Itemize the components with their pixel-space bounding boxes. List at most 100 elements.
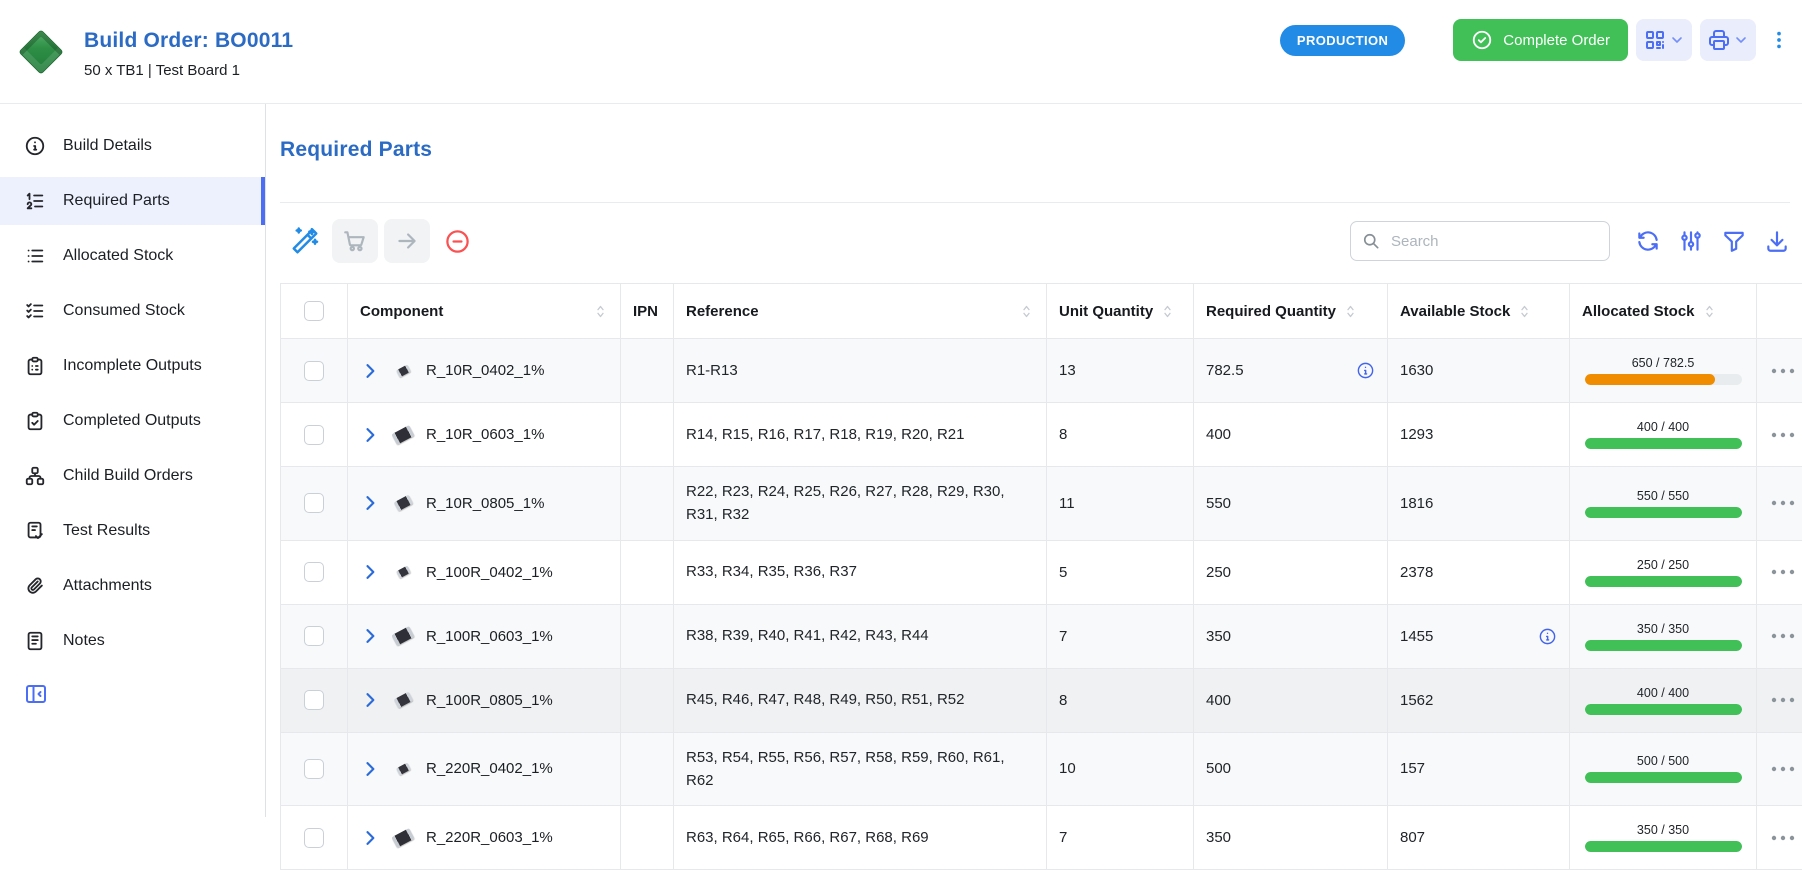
filter-icon[interactable]: [1721, 228, 1747, 254]
column-header-available-stock[interactable]: Available Stock: [1388, 284, 1570, 339]
sidebar-item-label: Completed Outputs: [63, 412, 201, 430]
row-checkbox[interactable]: [304, 626, 324, 646]
component-name[interactable]: R_100R_0402_1%: [426, 564, 553, 581]
component-name[interactable]: R_220R_0402_1%: [426, 760, 553, 777]
allocation-progress-bar: [1585, 374, 1742, 385]
row-actions-menu-icon[interactable]: [1770, 564, 1796, 580]
print-actions-button[interactable]: [1700, 19, 1756, 61]
sort-arrows-icon[interactable]: [1019, 304, 1034, 319]
allocation-label: 400 / 400: [1637, 686, 1689, 700]
allocation-progress-fill: [1585, 841, 1742, 852]
row-checkbox[interactable]: [304, 361, 324, 381]
qrcode-icon: [1643, 28, 1667, 52]
allocation-progress-fill: [1585, 507, 1742, 518]
select-all-checkbox[interactable]: [304, 301, 324, 321]
row-checkbox[interactable]: [304, 562, 324, 582]
table-row: R_100R_0402_1%R33, R34, R35, R36, R37525…: [281, 540, 1802, 604]
sidebar-item-completed-outputs[interactable]: Completed Outputs: [0, 397, 265, 445]
search-input[interactable]: [1389, 232, 1599, 251]
available-stock-value: 1816: [1400, 495, 1433, 512]
sort-arrows-icon[interactable]: [1702, 304, 1717, 319]
collapse-sidebar-icon[interactable]: [24, 682, 48, 706]
sort-arrows-icon[interactable]: [1160, 304, 1175, 319]
available-stock-value: 1455: [1400, 628, 1433, 645]
sidebar-item-consumed-stock[interactable]: Consumed Stock: [0, 287, 265, 335]
column-header-component[interactable]: Component: [348, 284, 621, 339]
component-name[interactable]: R_10R_0402_1%: [426, 362, 544, 379]
component-name[interactable]: R_100R_0805_1%: [426, 692, 553, 709]
component-name[interactable]: R_100R_0603_1%: [426, 628, 553, 645]
column-header-allocated-stock[interactable]: Allocated Stock: [1570, 284, 1757, 339]
allocation-label: 650 / 782.5: [1632, 356, 1695, 370]
complete-order-button[interactable]: Complete Order: [1453, 19, 1628, 61]
chevron-down-icon: [1733, 32, 1749, 48]
expand-row-chevron-icon[interactable]: [360, 562, 380, 582]
list-check-icon: [24, 300, 46, 322]
ipn-cell: [621, 339, 674, 403]
row-checkbox[interactable]: [304, 828, 324, 848]
page-subtitle: 50 x TB1 | Test Board 1: [84, 62, 293, 79]
sidebar-item-build-details[interactable]: Build Details: [0, 122, 265, 170]
ipn-cell: [621, 806, 674, 870]
adjustments-icon[interactable]: [1678, 228, 1704, 254]
cart-icon: [342, 228, 368, 254]
sort-arrows-icon[interactable]: [593, 304, 608, 319]
row-actions-menu-icon[interactable]: [1770, 363, 1796, 379]
sidebar-item-required-parts[interactable]: Required Parts: [0, 177, 265, 225]
column-header-label: Component: [360, 303, 443, 320]
component-name[interactable]: R_10R_0805_1%: [426, 495, 544, 512]
ipn-cell: [621, 668, 674, 732]
allocation-progress-fill: [1585, 576, 1742, 587]
expand-row-chevron-icon[interactable]: [360, 626, 380, 646]
info-circle-icon[interactable]: [1538, 627, 1557, 646]
row-actions-menu-icon[interactable]: [1770, 495, 1796, 511]
barcode-actions-button[interactable]: [1636, 19, 1692, 61]
transfer-arrow-icon[interactable]: [384, 219, 430, 263]
download-icon[interactable]: [1764, 228, 1790, 254]
column-header-label: Required Quantity: [1206, 303, 1336, 320]
row-actions-menu-icon[interactable]: [1770, 628, 1796, 644]
expand-row-chevron-icon[interactable]: [360, 828, 380, 848]
kebab-menu-icon[interactable]: [1768, 23, 1790, 57]
table-row: R_10R_0805_1%R22, R23, R24, R25, R26, R2…: [281, 467, 1802, 541]
sidebar-item-attachments[interactable]: Attachments: [0, 562, 265, 610]
expand-row-chevron-icon[interactable]: [360, 759, 380, 779]
column-header-unit-quantity[interactable]: Unit Quantity: [1047, 284, 1194, 339]
row-checkbox[interactable]: [304, 493, 324, 513]
allocation-progress-bar: [1585, 507, 1742, 518]
allocation-progress-fill: [1585, 374, 1715, 385]
column-header-reference[interactable]: Reference: [674, 284, 1047, 339]
refresh-icon[interactable]: [1635, 228, 1661, 254]
expand-row-chevron-icon[interactable]: [360, 425, 380, 445]
expand-row-chevron-icon[interactable]: [360, 361, 380, 381]
row-actions-menu-icon[interactable]: [1770, 692, 1796, 708]
order-parts-cart-icon[interactable]: [332, 219, 378, 263]
row-checkbox[interactable]: [304, 759, 324, 779]
column-header-required-quantity[interactable]: Required Quantity: [1194, 284, 1388, 339]
row-actions-menu-icon[interactable]: [1770, 830, 1796, 846]
row-checkbox[interactable]: [304, 690, 324, 710]
expand-row-chevron-icon[interactable]: [360, 493, 380, 513]
sort-arrows-icon[interactable]: [1517, 304, 1532, 319]
available-stock-cell: 157: [1388, 732, 1570, 806]
row-checkbox[interactable]: [304, 425, 324, 445]
sidebar-item-allocated-stock[interactable]: Allocated Stock: [0, 232, 265, 280]
row-select-cell: [281, 467, 348, 541]
row-actions-menu-icon[interactable]: [1770, 427, 1796, 443]
sidebar-item-test-results[interactable]: Test Results: [0, 507, 265, 555]
component-cell: R_100R_0603_1%: [348, 604, 621, 668]
deallocate-minus-icon[interactable]: [444, 228, 471, 255]
available-stock-value: 807: [1400, 829, 1425, 846]
sidebar-item-notes[interactable]: Notes: [0, 617, 265, 665]
expand-row-chevron-icon[interactable]: [360, 690, 380, 710]
required-quantity-cell: 250: [1194, 540, 1388, 604]
sidebar-item-incomplete-outputs[interactable]: Incomplete Outputs: [0, 342, 265, 390]
component-name[interactable]: R_10R_0603_1%: [426, 426, 544, 443]
component-cell: R_10R_0603_1%: [348, 403, 621, 467]
sidebar-item-child-build-orders[interactable]: Child Build Orders: [0, 452, 265, 500]
component-name[interactable]: R_220R_0603_1%: [426, 829, 553, 846]
auto-allocate-wand-icon[interactable]: [290, 226, 320, 256]
info-circle-icon[interactable]: [1356, 361, 1375, 380]
row-actions-menu-icon[interactable]: [1770, 761, 1796, 777]
sort-arrows-icon[interactable]: [1343, 304, 1358, 319]
